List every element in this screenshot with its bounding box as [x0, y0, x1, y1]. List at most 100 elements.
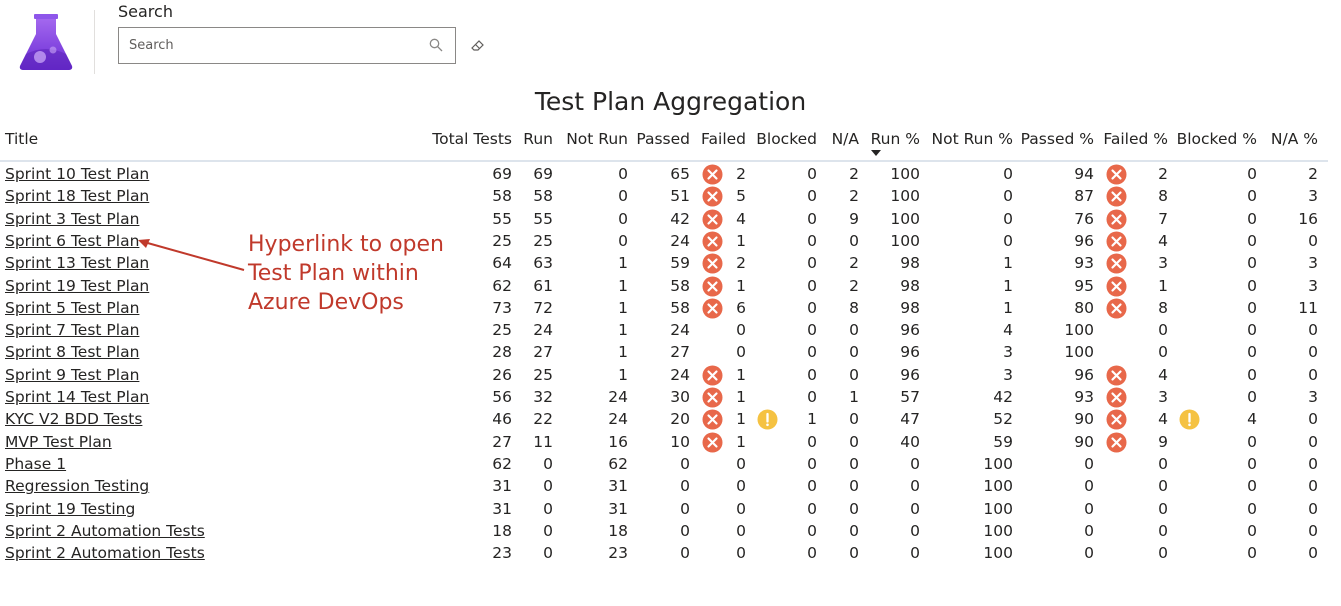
passed-cell: 42 [670, 209, 690, 228]
na-pct-cell: 2 [1308, 165, 1318, 183]
test-plan-link[interactable]: Sprint 19 Testing [5, 498, 135, 520]
test-plan-link[interactable]: Sprint 9 Test Plan [5, 364, 139, 386]
not-run-cell: 1 [618, 254, 628, 273]
search-box[interactable] [118, 27, 456, 64]
not-run-cell: 16 [608, 432, 628, 451]
failed-pct-cell: 0 [1158, 343, 1168, 362]
blocked-cell: 0 [807, 343, 817, 362]
error-x-icon [702, 253, 723, 274]
na-cell: 0 [849, 521, 859, 540]
na-pct-cell: 0 [1308, 499, 1318, 518]
test-plan-link[interactable]: Sprint 18 Test Plan [5, 185, 149, 207]
na-cell: 8 [849, 298, 859, 317]
test-plan-link[interactable]: Sprint 7 Test Plan [5, 319, 139, 341]
test-plan-link[interactable]: Sprint 10 Test Plan [5, 163, 149, 185]
failed-cell: 0 [736, 544, 746, 563]
run-cell: 69 [533, 165, 553, 183]
search-icon[interactable] [429, 38, 443, 52]
test-plan-link[interactable]: Sprint 8 Test Plan [5, 341, 139, 363]
column-header-not-run[interactable]: Not Run [566, 130, 628, 148]
failed-pct-cell: 8 [1158, 298, 1168, 317]
run-pct-cell: 96 [900, 321, 920, 340]
column-header-blocked[interactable]: Blocked [756, 130, 817, 148]
na-pct-cell: 3 [1308, 254, 1318, 273]
annotation-callout: Hyperlink to open Test Plan within Azure… [248, 230, 444, 317]
test-plan-link[interactable]: Sprint 3 Test Plan [5, 208, 139, 230]
failed-pct-cell: 3 [1158, 254, 1168, 273]
column-header-run[interactable]: Run [523, 130, 553, 148]
test-plan-link[interactable]: Sprint 5 Test Plan [5, 297, 139, 319]
na-cell: 0 [849, 432, 859, 451]
error-x-icon [1106, 253, 1127, 274]
test-plan-link[interactable]: Regression Testing [5, 475, 149, 497]
column-header-title[interactable]: Title [5, 130, 38, 148]
not-run-cell: 23 [608, 544, 628, 563]
error-x-icon [702, 186, 723, 207]
failed-cell: 1 [736, 231, 746, 250]
search-label: Search [118, 2, 173, 21]
failed-cell: 5 [736, 187, 746, 206]
not-run-pct-cell: 0 [1003, 165, 1013, 183]
run-pct-cell: 100 [890, 209, 920, 228]
blocked-pct-cell: 0 [1247, 477, 1257, 496]
table-header: Title Total Tests Run Not Run Passed Fai… [0, 128, 1341, 156]
not-run-pct-cell: 52 [993, 410, 1013, 429]
passed-pct-cell: 0 [1084, 521, 1094, 540]
error-x-icon [702, 298, 723, 319]
test-plan-link[interactable]: Sprint 2 Automation Tests [5, 520, 205, 542]
passed-pct-cell: 95 [1074, 276, 1094, 295]
run-pct-cell: 98 [900, 254, 920, 273]
test-plan-link[interactable]: MVP Test Plan [5, 431, 112, 453]
table-row: Phase 1 62 0 62 0 0 0 0 0 100 0 0 0 0 [0, 453, 1341, 475]
annotation-arrow [138, 239, 245, 271]
column-header-na-pct[interactable]: N/A % [1271, 130, 1318, 148]
test-plan-link[interactable]: Sprint 14 Test Plan [5, 386, 149, 408]
na-cell: 0 [849, 544, 859, 563]
test-plan-link[interactable]: Sprint 19 Test Plan [5, 275, 149, 297]
test-plan-link[interactable]: Sprint 13 Test Plan [5, 252, 149, 274]
blocked-pct-cell: 0 [1247, 544, 1257, 563]
table-row: Sprint 14 Test Plan 56 32 24 30 1 0 1 57 42 93 3 0 3 [0, 386, 1341, 408]
failed-pct-cell: 0 [1158, 454, 1168, 473]
blocked-pct-cell: 0 [1247, 521, 1257, 540]
column-header-run-pct[interactable]: Run % [871, 130, 920, 148]
blocked-cell: 0 [807, 187, 817, 206]
column-header-passed[interactable]: Passed [636, 130, 690, 148]
report-title: Test Plan Aggregation [534, 87, 807, 116]
run-pct-cell: 98 [900, 276, 920, 295]
total-tests-cell: 62 [492, 276, 512, 295]
error-x-icon [702, 231, 723, 252]
header-divider-line [0, 160, 1328, 162]
table-row: Sprint 19 Test Plan 62 61 1 58 1 0 2 98 1 95 1 0 3 [0, 275, 1341, 297]
column-header-na[interactable]: N/A [832, 130, 859, 148]
na-cell: 2 [849, 187, 859, 206]
failed-pct-cell: 0 [1158, 499, 1168, 518]
passed-cell: 10 [670, 432, 690, 451]
column-header-total-tests[interactable]: Total Tests [432, 130, 512, 148]
not-run-pct-cell: 100 [983, 477, 1013, 496]
na-pct-cell: 16 [1298, 209, 1318, 228]
test-plan-link[interactable]: Sprint 2 Automation Tests [5, 542, 205, 564]
blocked-pct-cell: 0 [1247, 276, 1257, 295]
eraser-icon[interactable] [470, 38, 486, 52]
run-cell: 22 [533, 410, 553, 429]
search-input[interactable] [119, 28, 419, 63]
total-tests-cell: 69 [492, 165, 512, 183]
blocked-pct-cell: 0 [1247, 165, 1257, 183]
column-header-blocked-pct[interactable]: Blocked % [1177, 130, 1257, 148]
blocked-cell: 1 [807, 410, 817, 429]
run-pct-cell: 57 [900, 388, 920, 406]
column-header-passed-pct[interactable]: Passed % [1021, 130, 1094, 148]
test-plan-link[interactable]: KYC V2 BDD Tests [5, 408, 142, 430]
column-header-failed-pct[interactable]: Failed % [1103, 130, 1168, 148]
column-header-failed[interactable]: Failed [701, 130, 746, 148]
table-row: Sprint 18 Test Plan 58 58 0 51 5 0 2 100 0 87 8 0 3 [0, 185, 1341, 207]
table-row: Sprint 19 Testing 31 0 31 0 0 0 0 0 100 0 0 0 0 [0, 498, 1341, 520]
passed-pct-cell: 96 [1074, 365, 1094, 384]
run-cell: 27 [533, 343, 553, 362]
test-plan-link[interactable]: Phase 1 [5, 453, 66, 475]
test-plan-link[interactable]: Sprint 6 Test Plan [5, 230, 139, 252]
not-run-cell: 31 [608, 477, 628, 496]
run-cell: 72 [533, 298, 553, 317]
column-header-not-run-pct[interactable]: Not Run % [932, 130, 1013, 148]
